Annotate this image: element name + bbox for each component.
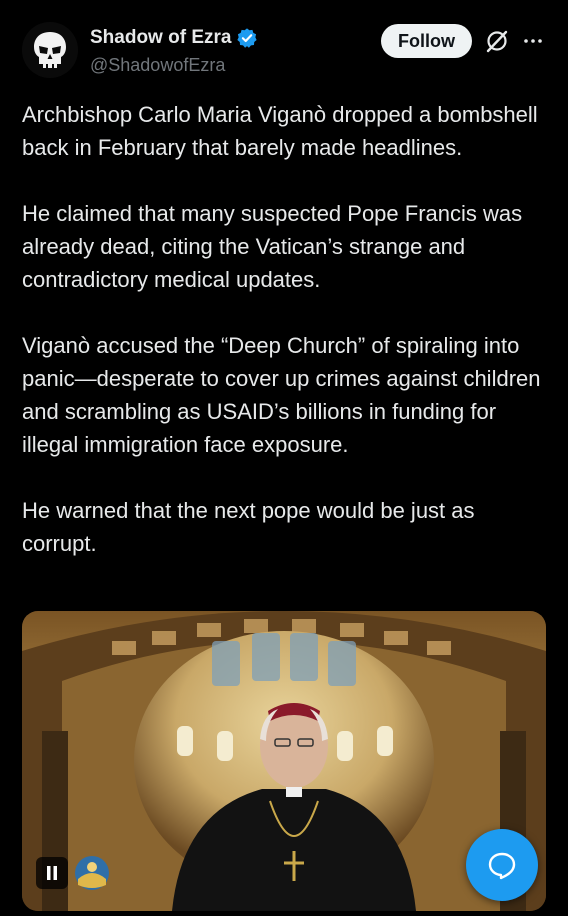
follow-button[interactable]: Follow (381, 24, 472, 58)
handle[interactable]: @ShadowofEzra (90, 55, 225, 76)
display-name[interactable]: Shadow of Ezra (90, 27, 231, 49)
tweet-text: Archbishop Carlo Maria Viganò dropped a … (22, 98, 552, 593)
channel-logo-icon (70, 853, 114, 893)
avatar[interactable] (22, 22, 78, 78)
tweet-paragraph: Archbishop Carlo Maria Viganò dropped a … (22, 102, 538, 160)
tweet-header: Shadow of Ezra @ShadowofEzra Follow (0, 0, 568, 90)
pause-button[interactable] (36, 857, 68, 889)
skull-icon (22, 22, 78, 78)
tweet-paragraph: Viganò accused the “Deep Church” of spir… (22, 333, 541, 457)
tweet-paragraph: He claimed that many suspected Pope Fran… (22, 201, 523, 292)
name-row: Shadow of Ezra (90, 27, 258, 49)
pause-icon (47, 866, 57, 880)
grok-icon[interactable] (484, 28, 510, 54)
reply-bubble-icon (488, 852, 516, 880)
reply-button[interactable] (466, 829, 538, 901)
more-dots-icon[interactable] (522, 30, 544, 52)
tweet-paragraph: He warned that the next pope would be ju… (22, 498, 475, 556)
verified-badge-icon (237, 28, 258, 48)
